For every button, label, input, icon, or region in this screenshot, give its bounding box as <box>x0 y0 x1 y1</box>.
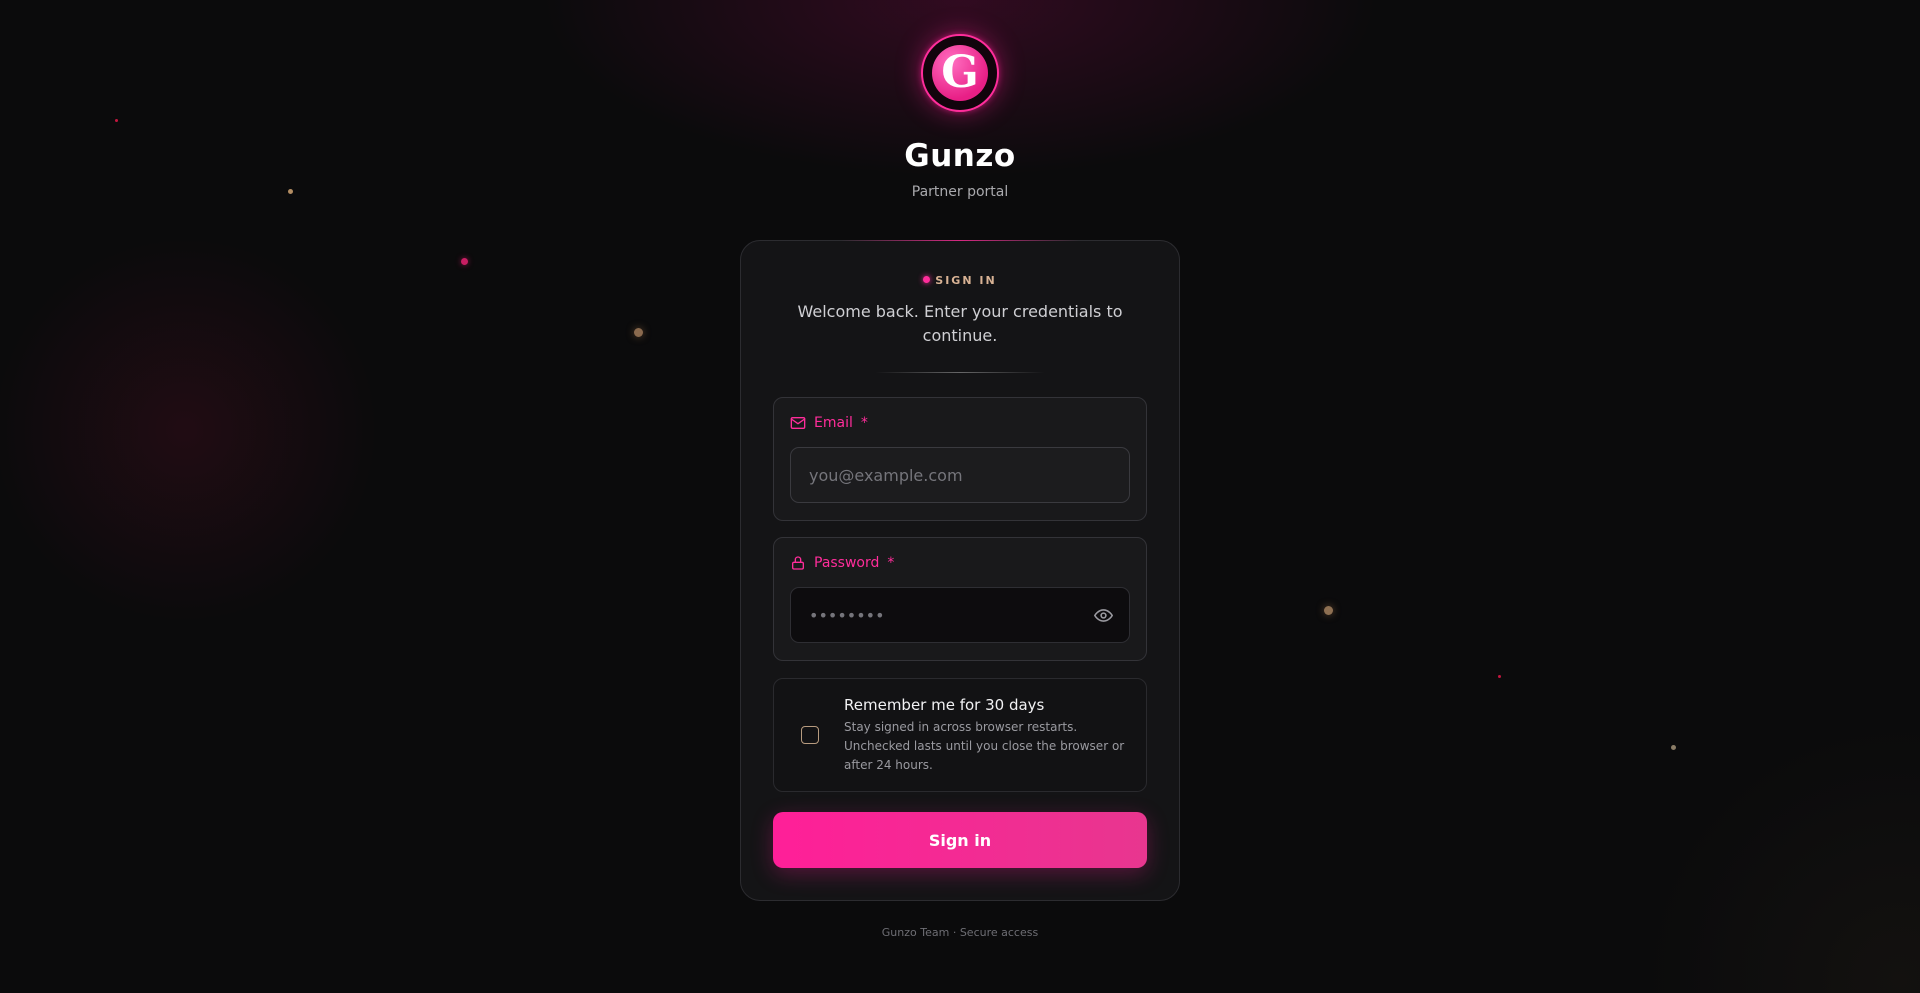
email-input[interactable] <box>807 464 1113 486</box>
password-input[interactable] <box>807 604 1094 626</box>
brand-logo: G <box>921 34 999 112</box>
lock-icon <box>792 556 804 570</box>
card-accent-line <box>841 240 1079 241</box>
logo-letter: G <box>932 45 988 101</box>
kicker-dot-icon <box>923 276 931 283</box>
email-label-text: Email <box>814 415 853 431</box>
app-name: Gunzo <box>904 138 1016 174</box>
particle-dot <box>1498 675 1501 678</box>
signin-kicker: SIGN IN <box>773 274 1147 287</box>
password-label-text: Password <box>814 555 880 571</box>
remember-description: Stay signed in across browser restarts. … <box>844 719 1125 772</box>
footer-text: Gunzo Team · Secure access <box>881 926 1039 939</box>
particle-dot <box>1324 606 1333 615</box>
eye-icon <box>1094 608 1113 622</box>
particle-dot <box>634 328 643 337</box>
email-field-group: Email * <box>773 397 1147 521</box>
brand-header: G Gunzo Partner portal <box>0 34 1920 200</box>
divider <box>875 372 1045 373</box>
required-mark: * <box>860 415 868 431</box>
remember-text: Remember me for 30 days Stay signed in a… <box>844 696 1126 775</box>
email-label: Email * <box>790 414 1130 432</box>
show-password-toggle[interactable] <box>1094 606 1113 625</box>
particle-dot <box>461 258 468 265</box>
mail-icon <box>790 417 806 429</box>
kicker-label: SIGN IN <box>935 274 997 287</box>
email-input-wrap <box>790 447 1130 503</box>
password-field-group: Password * <box>773 537 1147 661</box>
remember-title: Remember me for 30 days <box>844 695 1045 714</box>
password-input-wrap <box>790 587 1130 643</box>
password-label: Password * <box>790 554 1130 572</box>
signin-button[interactable]: Sign in <box>773 812 1147 868</box>
welcome-text: Welcome back. Enter your credentials to … <box>797 302 1123 345</box>
remember-me-option[interactable]: Remember me for 30 days Stay signed in a… <box>773 678 1147 792</box>
app-subtitle: Partner portal <box>911 184 1009 200</box>
signin-card: SIGN IN Welcome back. Enter your credent… <box>740 240 1180 901</box>
remember-checkbox[interactable] <box>801 726 819 744</box>
particle-dot <box>1671 745 1676 750</box>
required-mark: * <box>887 555 895 571</box>
